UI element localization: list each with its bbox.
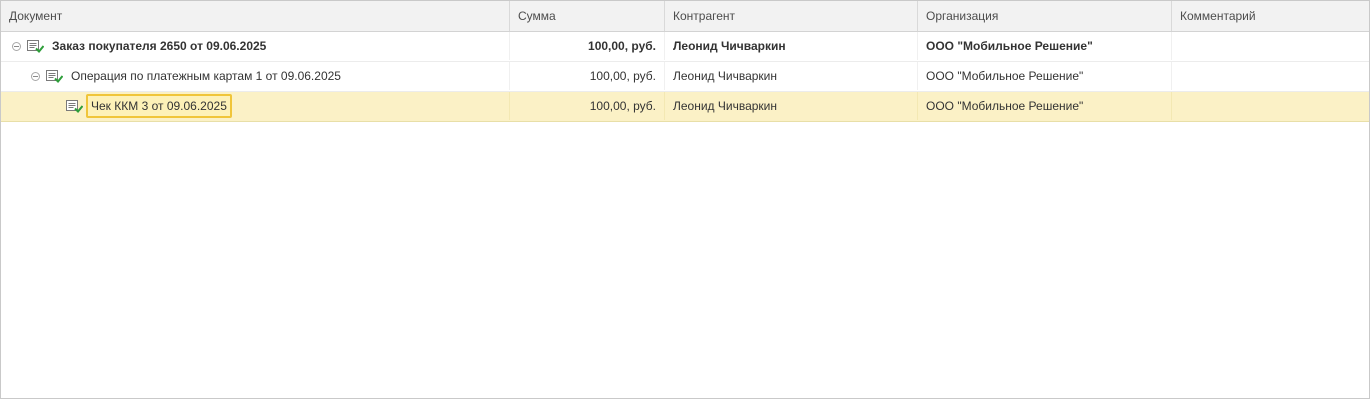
column-header-organization[interactable]: Организация [918, 1, 1172, 31]
document-cell: Чек ККМ 3 от 09.06.2025 [1, 92, 510, 120]
comment-cell [1172, 62, 1369, 90]
document-name: Заказ покупателя 2650 от 09.06.2025 [52, 39, 267, 53]
document-structure-table: Документ Сумма Контрагент Организация Ко… [0, 0, 1370, 399]
posted-document-icon [27, 39, 44, 53]
sum-cell: 100,00, руб. [510, 62, 665, 90]
document-name-focused[interactable]: Чек ККМ 3 от 09.06.2025 [86, 94, 232, 118]
organization-cell: ООО "Мобильное Решение" [918, 32, 1172, 60]
column-header-counterparty[interactable]: Контрагент [665, 1, 918, 31]
organization-cell: ООО "Мобильное Решение" [918, 92, 1172, 120]
document-cell: Операция по платежным картам 1 от 09.06.… [1, 62, 510, 90]
document-name: Операция по платежным картам 1 от 09.06.… [71, 69, 341, 83]
table-row[interactable]: Заказ покупателя 2650 от 09.06.2025 100,… [1, 32, 1369, 62]
table-row-selected[interactable]: Чек ККМ 3 от 09.06.2025 100,00, руб. Лео… [1, 92, 1369, 122]
counterparty-cell: Леонид Чичваркин [665, 92, 918, 120]
table-row[interactable]: Операция по платежным картам 1 от 09.06.… [1, 62, 1369, 92]
collapse-icon[interactable] [31, 71, 40, 81]
comment-cell [1172, 92, 1369, 120]
posted-document-icon [66, 99, 83, 113]
sum-cell: 100,00, руб. [510, 32, 665, 60]
column-header-sum[interactable]: Сумма [510, 1, 665, 31]
collapse-icon[interactable] [12, 41, 21, 51]
column-header-document[interactable]: Документ [1, 1, 510, 31]
organization-cell: ООО "Мобильное Решение" [918, 62, 1172, 90]
posted-document-icon [46, 69, 63, 83]
counterparty-cell: Леонид Чичваркин [665, 32, 918, 60]
table-header: Документ Сумма Контрагент Организация Ко… [1, 1, 1369, 32]
sum-cell: 100,00, руб. [510, 92, 665, 120]
counterparty-cell: Леонид Чичваркин [665, 62, 918, 90]
column-header-comment[interactable]: Комментарий [1172, 1, 1369, 31]
document-cell: Заказ покупателя 2650 от 09.06.2025 [1, 32, 510, 60]
comment-cell [1172, 32, 1369, 60]
